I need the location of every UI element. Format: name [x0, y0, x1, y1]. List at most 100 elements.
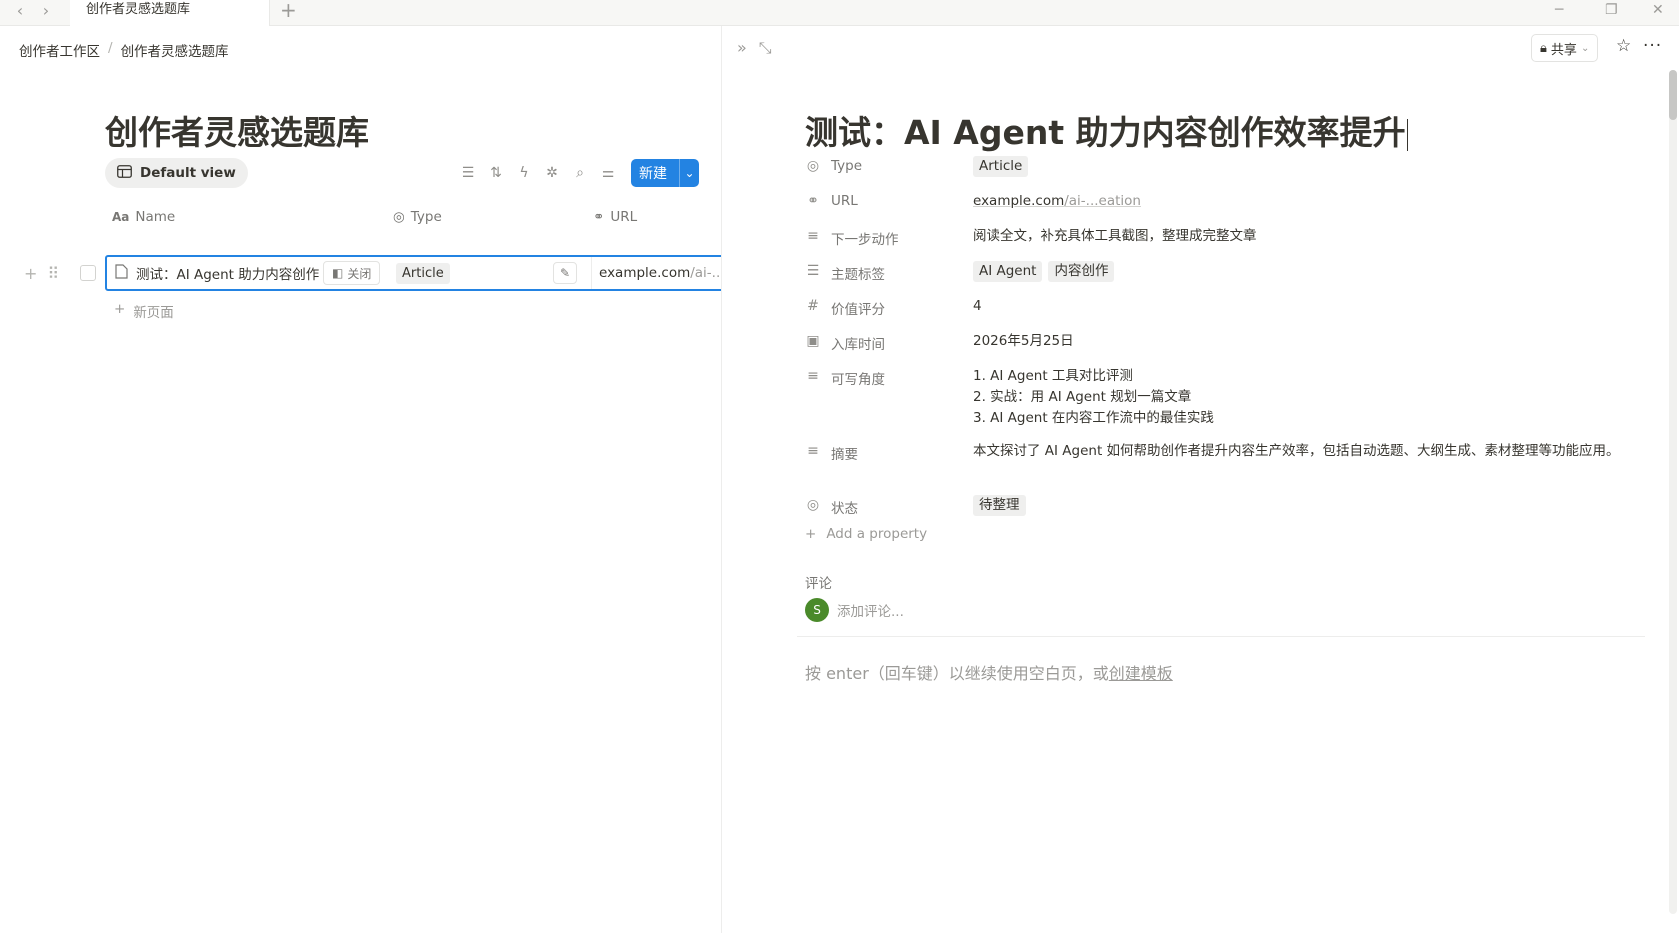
property-angles[interactable]: ≡ 可写角度 1. AI Agent 工具对比评测 2. 实战：用 AI Agen… — [805, 366, 1645, 429]
new-tab-icon[interactable]: + — [280, 0, 297, 20]
favorite-star-icon[interactable]: ☆ — [1616, 36, 1631, 56]
comment-icon[interactable]: ✎ — [553, 262, 577, 284]
search-icon[interactable]: ⌕ — [572, 160, 588, 186]
next-action-value[interactable]: 阅读全文，补充具体工具截图，整理成完整文章 — [973, 226, 1645, 248]
property-key: 下一步动作 — [831, 232, 899, 248]
tab-title: 创作者灵感选题库 — [86, 2, 191, 17]
lock-icon: 🔒︎ — [1540, 40, 1547, 56]
column-header-name[interactable]: Aa Name — [112, 202, 175, 232]
property-key: 摘要 — [831, 447, 858, 463]
plus-icon: + — [114, 301, 126, 317]
peek-controls: » ⤡ — [737, 38, 772, 58]
breadcrumb-workspace[interactable]: 创作者工作区 — [19, 40, 100, 60]
page-title[interactable]: 测试：AI Agent 助力内容创作效率提升 — [805, 106, 1408, 154]
number-icon: # — [807, 298, 819, 314]
close-icon[interactable]: ✕ — [1652, 0, 1664, 20]
property-key: 主题标签 — [831, 267, 885, 283]
settings-sliders-icon[interactable]: ⚌ — [600, 160, 616, 186]
property-url[interactable]: ⚭ URL example.com/ai-...eation — [805, 191, 1645, 212]
url-link[interactable]: example.com/ai-...eation — [973, 191, 1645, 212]
new-record-button[interactable]: 新建 ⌄ — [631, 159, 699, 187]
row-type-chip[interactable]: Article — [396, 263, 450, 284]
property-score[interactable]: # 价值评分 4 — [805, 296, 1645, 318]
breadcrumb: 创作者工作区 / 创作者灵感选题库 — [19, 40, 229, 60]
page-icon — [115, 263, 128, 283]
tag-chip[interactable]: AI Agent — [973, 261, 1043, 282]
row-handles: + ⠿ — [24, 264, 59, 283]
tab-active[interactable]: 创作者灵感选题库 — [70, 0, 270, 26]
ai-sparkle-icon[interactable]: ✲ — [544, 160, 560, 186]
sort-icon[interactable]: ⇅ — [488, 160, 504, 186]
property-key: 状态 — [831, 501, 858, 517]
property-summary[interactable]: ≡ 摘要 本文探讨了 AI Agent 如何帮助创作者提升内容生产效率，包括自动选… — [805, 441, 1645, 463]
column-header-type[interactable]: ◎ Type — [393, 202, 442, 232]
property-type[interactable]: ◎ Type Article — [805, 156, 1645, 177]
scrollbar-thumb[interactable] — [1669, 70, 1677, 120]
automation-icon[interactable]: ϟ — [516, 160, 532, 186]
property-next-action[interactable]: ≡ 下一步动作 阅读全文，补充具体工具截图，整理成完整文章 — [805, 226, 1645, 248]
property-key: 可写角度 — [831, 372, 885, 388]
property-key: 价值评分 — [831, 302, 885, 318]
minimize-icon[interactable]: ─ — [1555, 0, 1563, 20]
comment-input-row[interactable]: S 添加评论... — [805, 598, 904, 622]
new-record-label: 新建 — [639, 166, 667, 182]
select-property-icon: ◎ — [393, 209, 405, 225]
type-chip[interactable]: Article — [973, 156, 1029, 177]
property-status[interactable]: ◎ 状态 待整理 — [805, 495, 1645, 517]
status-chip[interactable]: 待整理 — [973, 495, 1026, 516]
summary-value[interactable]: 本文探讨了 AI Agent 如何帮助创作者提升内容生产效率，包括自动选题、大纲… — [973, 441, 1645, 463]
table-row[interactable]: 测试：AI Agent 助力内容创作 ◧ 关闭 Article ✎ exampl… — [105, 255, 721, 291]
comments-heading: 评论 — [805, 576, 832, 592]
view-label: Default view — [140, 165, 236, 181]
text-property-icon: Aa — [112, 210, 130, 224]
url-main: example.com — [973, 193, 1065, 209]
url-dim: /ai-...eation — [1064, 193, 1141, 209]
row-url-cell[interactable]: example.com/ai-...ea — [591, 257, 721, 289]
row-url-main: example.com — [599, 265, 691, 281]
add-row-icon[interactable]: + — [24, 264, 37, 283]
property-key: URL — [831, 193, 858, 209]
link-icon: ⚭ — [807, 193, 819, 209]
side-peek-icon: ◧ — [332, 266, 344, 280]
property-tags[interactable]: ☰ 主题标签 AI Agent 内容创作 — [805, 261, 1645, 283]
new-page-row[interactable]: + 新页面 — [114, 301, 174, 321]
open-peek-button[interactable]: ◧ 关闭 — [323, 261, 381, 285]
multi-select-icon: ☰ — [806, 263, 820, 279]
angle-line: 2. 实战：用 AI Agent 规划一篇文章 — [973, 389, 1192, 405]
hint-text: 按 enter（回车键）以继续使用空白页，或 — [805, 664, 1109, 683]
column-header-url[interactable]: ⚭ URL — [593, 202, 637, 232]
expand-icon[interactable]: ⤡ — [759, 38, 772, 58]
add-property-button[interactable]: + Add a property — [805, 526, 927, 542]
text-lines-icon: ≡ — [807, 368, 819, 384]
angle-line: 1. AI Agent 工具对比评测 — [973, 368, 1133, 384]
breadcrumb-database[interactable]: 创作者灵感选题库 — [121, 40, 229, 60]
filter-icon[interactable]: ☰ — [460, 160, 476, 186]
drag-handle-icon[interactable]: ⠿ — [47, 264, 59, 283]
peek-panel: » ⤡ 🔒︎ 共享 ⌄ ☆ ··· 测试：AI Agent 助力内容创作效率提升… — [723, 26, 1679, 933]
share-button[interactable]: 🔒︎ 共享 ⌄ — [1531, 34, 1599, 62]
database-title[interactable]: 创作者灵感选题库 — [105, 106, 369, 154]
more-options-icon[interactable]: ··· — [1643, 36, 1662, 56]
scrollbar[interactable] — [1669, 70, 1677, 914]
table-icon — [117, 164, 132, 182]
row-checkbox[interactable] — [80, 265, 96, 281]
property-date[interactable]: ▣ 入库时间 2026年5月25日 — [805, 331, 1645, 353]
close-peek-icon[interactable]: » — [737, 38, 747, 58]
score-value[interactable]: 4 — [973, 296, 1645, 318]
restore-icon[interactable]: ❐ — [1605, 0, 1618, 20]
forward-icon[interactable]: › — [36, 2, 56, 22]
date-value[interactable]: 2026年5月25日 — [973, 331, 1645, 353]
text-lines-icon: ≡ — [807, 228, 819, 244]
status-icon: ◎ — [806, 497, 820, 513]
angles-value[interactable]: 1. AI Agent 工具对比评测 2. 实战：用 AI Agent 规划一篇… — [973, 366, 1645, 429]
default-view-tab[interactable]: Default view — [105, 158, 248, 188]
chevron-down-icon: ⌄ — [1580, 42, 1590, 54]
tag-chip[interactable]: 内容创作 — [1048, 261, 1115, 282]
property-key: 入库时间 — [831, 337, 885, 353]
comment-input[interactable]: 添加评论... — [837, 600, 904, 620]
plus-icon: + — [805, 526, 817, 542]
chevron-down-icon[interactable]: ⌄ — [679, 159, 699, 187]
calendar-icon: ▣ — [806, 333, 820, 349]
create-template-link[interactable]: 创建模板 — [1109, 664, 1173, 683]
back-icon[interactable]: ‹ — [10, 2, 30, 22]
